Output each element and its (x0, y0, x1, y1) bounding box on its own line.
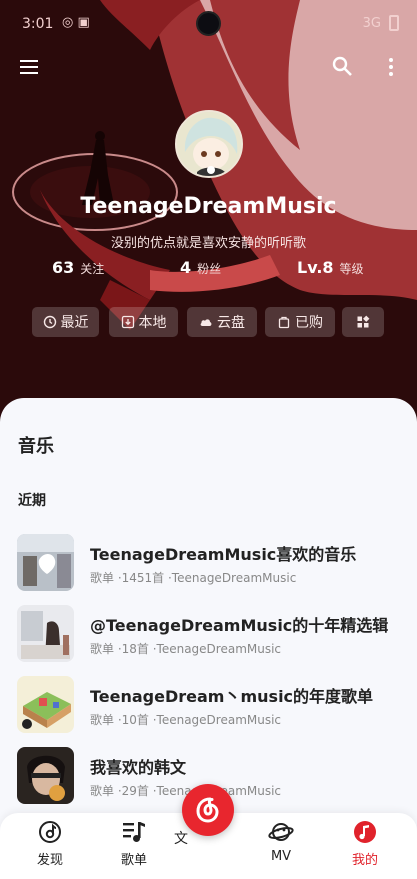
list-item[interactable]: TeenageDreamMusic喜欢的音乐 歌单 ·1451首 ·Teenag… (0, 534, 417, 594)
stat-value: 4 (180, 258, 192, 277)
network-indicator: 3G (362, 16, 381, 31)
planet-icon (268, 823, 294, 841)
avatar[interactable] (175, 110, 243, 178)
cover-image (17, 534, 74, 591)
stat-label: 粉丝 (197, 262, 222, 276)
search-button[interactable] (328, 52, 358, 82)
local-label: 本地 (138, 315, 167, 331)
cover-image (17, 676, 74, 733)
music-note-icon (354, 821, 376, 843)
quick-actions: 最近 本地 云盘 已购 (32, 307, 392, 337)
more-apps-button[interactable] (342, 307, 384, 337)
recent-subtitle: 近期 (18, 493, 46, 509)
stat-label: 关注 (80, 262, 105, 276)
nav-playlists[interactable]: 歌单 (99, 819, 169, 875)
nav-discover[interactable]: 发现 (15, 819, 85, 875)
nav-label: 发现 (36, 853, 63, 868)
list-item[interactable]: TeenageDream丶music的年度歌单 歌单 ·10首 ·Teenage… (0, 676, 417, 736)
cover-image (17, 747, 74, 804)
playlist-cover (17, 676, 74, 733)
purchased-label: 已购 (295, 315, 323, 331)
stat-following[interactable]: 63 关注 (52, 258, 104, 277)
playlist-meta: 歌单 ·18首 ·TeenageDreamMusic (90, 642, 282, 656)
username[interactable]: TeenageDreamMusic (0, 194, 417, 219)
nav-label: 我的 (351, 853, 378, 868)
status-time: 3:01 (22, 16, 54, 32)
now-playing-button[interactable] (182, 784, 234, 836)
nav-label: 歌单 (120, 853, 147, 868)
playlist-title: @TeenageDreamMusic的十年精选辑 (90, 616, 389, 635)
music-list-icon (123, 822, 145, 842)
user-signature: 没别的优点就是喜欢安静的听听歌 (110, 236, 306, 251)
playlist-title: TeenageDream丶music的年度歌单 (90, 687, 374, 706)
profile-header: 3:01 ◎ ▣ 3G TeenageDreamMusic 没别的优点就是喜欢安… (0, 0, 417, 430)
nav-mv[interactable]: MV (246, 819, 316, 875)
nav-partial-label: 文 (174, 831, 188, 847)
clock-icon (43, 315, 56, 329)
download-icon (121, 315, 134, 329)
disc-icon (39, 821, 61, 843)
more-vertical-icon (389, 58, 393, 76)
cloud-label: 云盘 (217, 315, 245, 331)
stat-followers[interactable]: 4 粉丝 (180, 258, 221, 277)
playlist-meta: 歌单 ·1451首 ·TeenageDreamMusic (90, 571, 297, 585)
stat-value: Lv.8 (297, 258, 334, 277)
profile-stats: 63 关注 4 粉丝 Lv.8 等级 (0, 258, 417, 284)
playlist-cover (17, 534, 74, 591)
playlist-cover (17, 605, 74, 662)
cloud-button[interactable]: 云盘 (187, 307, 257, 337)
camera-cutout (196, 11, 221, 36)
apps-icon (357, 315, 370, 328)
playlist-meta: 歌单 ·10首 ·TeenageDreamMusic (90, 713, 282, 727)
more-button[interactable] (376, 52, 406, 82)
bag-icon (278, 316, 290, 329)
section-title: 音乐 (18, 436, 54, 457)
playlist-title: 我喜欢的韩文 (90, 758, 187, 777)
purchased-button[interactable]: 已购 (265, 307, 335, 337)
playlist-title: TeenageDreamMusic喜欢的音乐 (90, 545, 357, 564)
playlist-cover (17, 747, 74, 804)
hamburger-icon (20, 60, 38, 74)
cloud-icon (200, 319, 212, 326)
nav-label: MV (270, 849, 292, 864)
battery-icon (389, 15, 399, 31)
cover-image (17, 605, 74, 662)
stat-label: 等级 (339, 262, 364, 276)
menu-button[interactable] (16, 52, 46, 82)
recent-button[interactable]: 最近 (32, 307, 99, 337)
netease-logo-icon (196, 797, 219, 823)
list-item[interactable]: @TeenageDreamMusic的十年精选辑 歌单 ·18首 ·Teenag… (0, 605, 417, 665)
notification-icons: ◎ ▣ (62, 15, 90, 30)
search-icon (332, 56, 352, 76)
nav-mine[interactable]: 我的 (330, 819, 400, 875)
stat-value: 63 (52, 258, 75, 277)
recent-label: 最近 (60, 315, 89, 331)
local-button[interactable]: 本地 (109, 307, 178, 337)
stat-level[interactable]: Lv.8 等级 (297, 258, 364, 277)
